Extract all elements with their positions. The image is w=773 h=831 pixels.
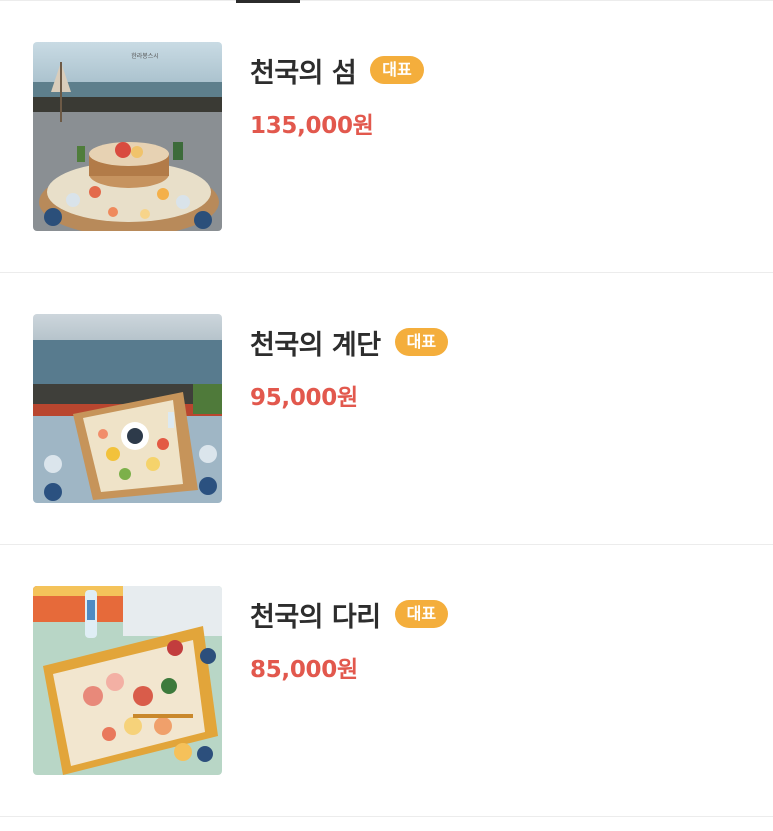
menu-item[interactable]: 천국의 계단 대표 95,000원 bbox=[0, 273, 773, 545]
menu-item-price: 135,000원 bbox=[250, 113, 374, 139]
menu-item-info: 천국의 다리 대표 85,000원 bbox=[250, 594, 449, 684]
menu-item-title-row: 천국의 계단 대표 bbox=[250, 322, 449, 362]
menu-item-info: 천국의 섬 대표 135,000원 bbox=[250, 50, 424, 140]
menu-item-name: 천국의 섬 bbox=[250, 57, 357, 89]
menu-page: 한라봉스시 천국의 섬 대표 135,000원 천국의 계단 대표 95,000… bbox=[0, 0, 773, 831]
menu-item[interactable]: 한라봉스시 천국의 섬 대표 135,000원 bbox=[0, 1, 773, 273]
menu-item-photo[interactable]: 한라봉스시 bbox=[33, 42, 222, 231]
menu-item-info: 천국의 계단 대표 95,000원 bbox=[250, 322, 449, 412]
menu-item-name: 천국의 다리 bbox=[250, 601, 381, 633]
platter-photo-bridge bbox=[33, 586, 222, 775]
signature-badge: 대표 bbox=[370, 56, 424, 84]
menu-item-price: 95,000원 bbox=[250, 385, 358, 411]
platter-photo-stairs bbox=[33, 314, 222, 503]
menu-item-photo[interactable] bbox=[33, 586, 222, 775]
signature-badge: 대표 bbox=[394, 328, 449, 356]
menu-item-photo[interactable] bbox=[33, 314, 222, 503]
menu-item-name: 천국의 계단 bbox=[250, 329, 381, 361]
menu-item-title-row: 천국의 섬 대표 bbox=[250, 50, 424, 90]
menu-item-price: 85,000원 bbox=[250, 657, 358, 683]
platter-photo-island: 한라봉스시 bbox=[33, 42, 222, 231]
photo-watermark: 한라봉스시 bbox=[131, 52, 159, 60]
signature-badge: 대표 bbox=[394, 600, 449, 628]
menu-item[interactable]: 천국의 다리 대표 85,000원 bbox=[0, 545, 773, 817]
menu-list: 한라봉스시 천국의 섬 대표 135,000원 천국의 계단 대표 95,000… bbox=[0, 1, 773, 817]
menu-item-title-row: 천국의 다리 대표 bbox=[250, 594, 449, 634]
